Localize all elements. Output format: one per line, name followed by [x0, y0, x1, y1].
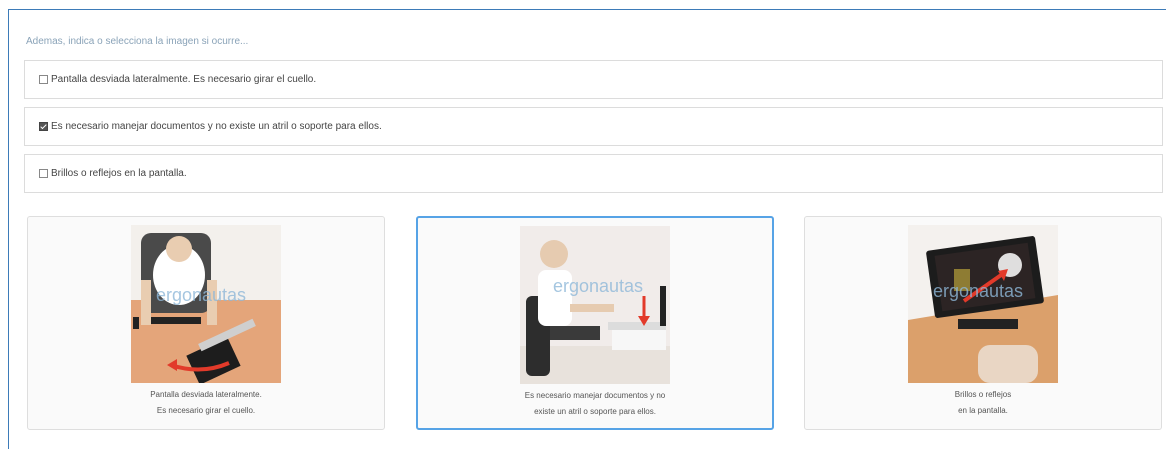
caption-line2: Es necesario girar el cuello.: [156, 406, 256, 415]
checkbox-documents[interactable]: [39, 122, 48, 131]
watermark: ergonautas: [553, 276, 643, 296]
caption-line1: Es necesario manejar documentos y no: [524, 391, 666, 400]
option-documents[interactable]: Es necesario manejar documentos y no exi…: [24, 107, 1163, 146]
option-label: Es necesario manejar documentos y no exi…: [51, 121, 382, 132]
illustration-lateral-screen: ergonautas: [131, 225, 281, 383]
watermark: ergonautas: [156, 285, 246, 305]
option-lateral-screen[interactable]: Pantalla desviada lateralmente. Es neces…: [24, 60, 1163, 99]
card-caption: Es necesario manejar documentos y no exi…: [418, 388, 772, 420]
card-caption: Brillos o reflejos en la pantalla.: [805, 387, 1161, 419]
caption-line2: existe un atril o soporte para ellos.: [534, 407, 656, 416]
image-card-lateral-screen[interactable]: ergonautas Pantalla desviada lateralment…: [27, 216, 385, 430]
option-label: Brillos o reflejos en la pantalla.: [51, 168, 187, 179]
caption-line1: Pantalla desviada lateralmente.: [150, 390, 262, 399]
caption-line1: Brillos o reflejos: [954, 390, 1012, 399]
image-card-documents[interactable]: ergonautas Es necesario manejar document…: [416, 216, 774, 430]
illustration-documents: ergonautas: [520, 226, 670, 384]
checkbox-lateral-screen[interactable]: [39, 75, 48, 84]
caption-line2: en la pantalla.: [958, 406, 1008, 415]
option-label: Pantalla desviada lateralmente. Es neces…: [51, 74, 317, 85]
illustration-glare: ergonautas: [908, 225, 1058, 383]
watermark: ergonautas: [933, 281, 1023, 301]
checkbox-glare[interactable]: [39, 169, 48, 178]
image-card-glare[interactable]: ergonautas Brillos o reflejos en la pant…: [804, 216, 1162, 430]
prompt-text: Ademas, indica o selecciona la imagen si…: [26, 36, 249, 47]
card-caption: Pantalla desviada lateralmente. Es neces…: [28, 387, 384, 419]
option-glare[interactable]: Brillos o reflejos en la pantalla.: [24, 154, 1163, 193]
